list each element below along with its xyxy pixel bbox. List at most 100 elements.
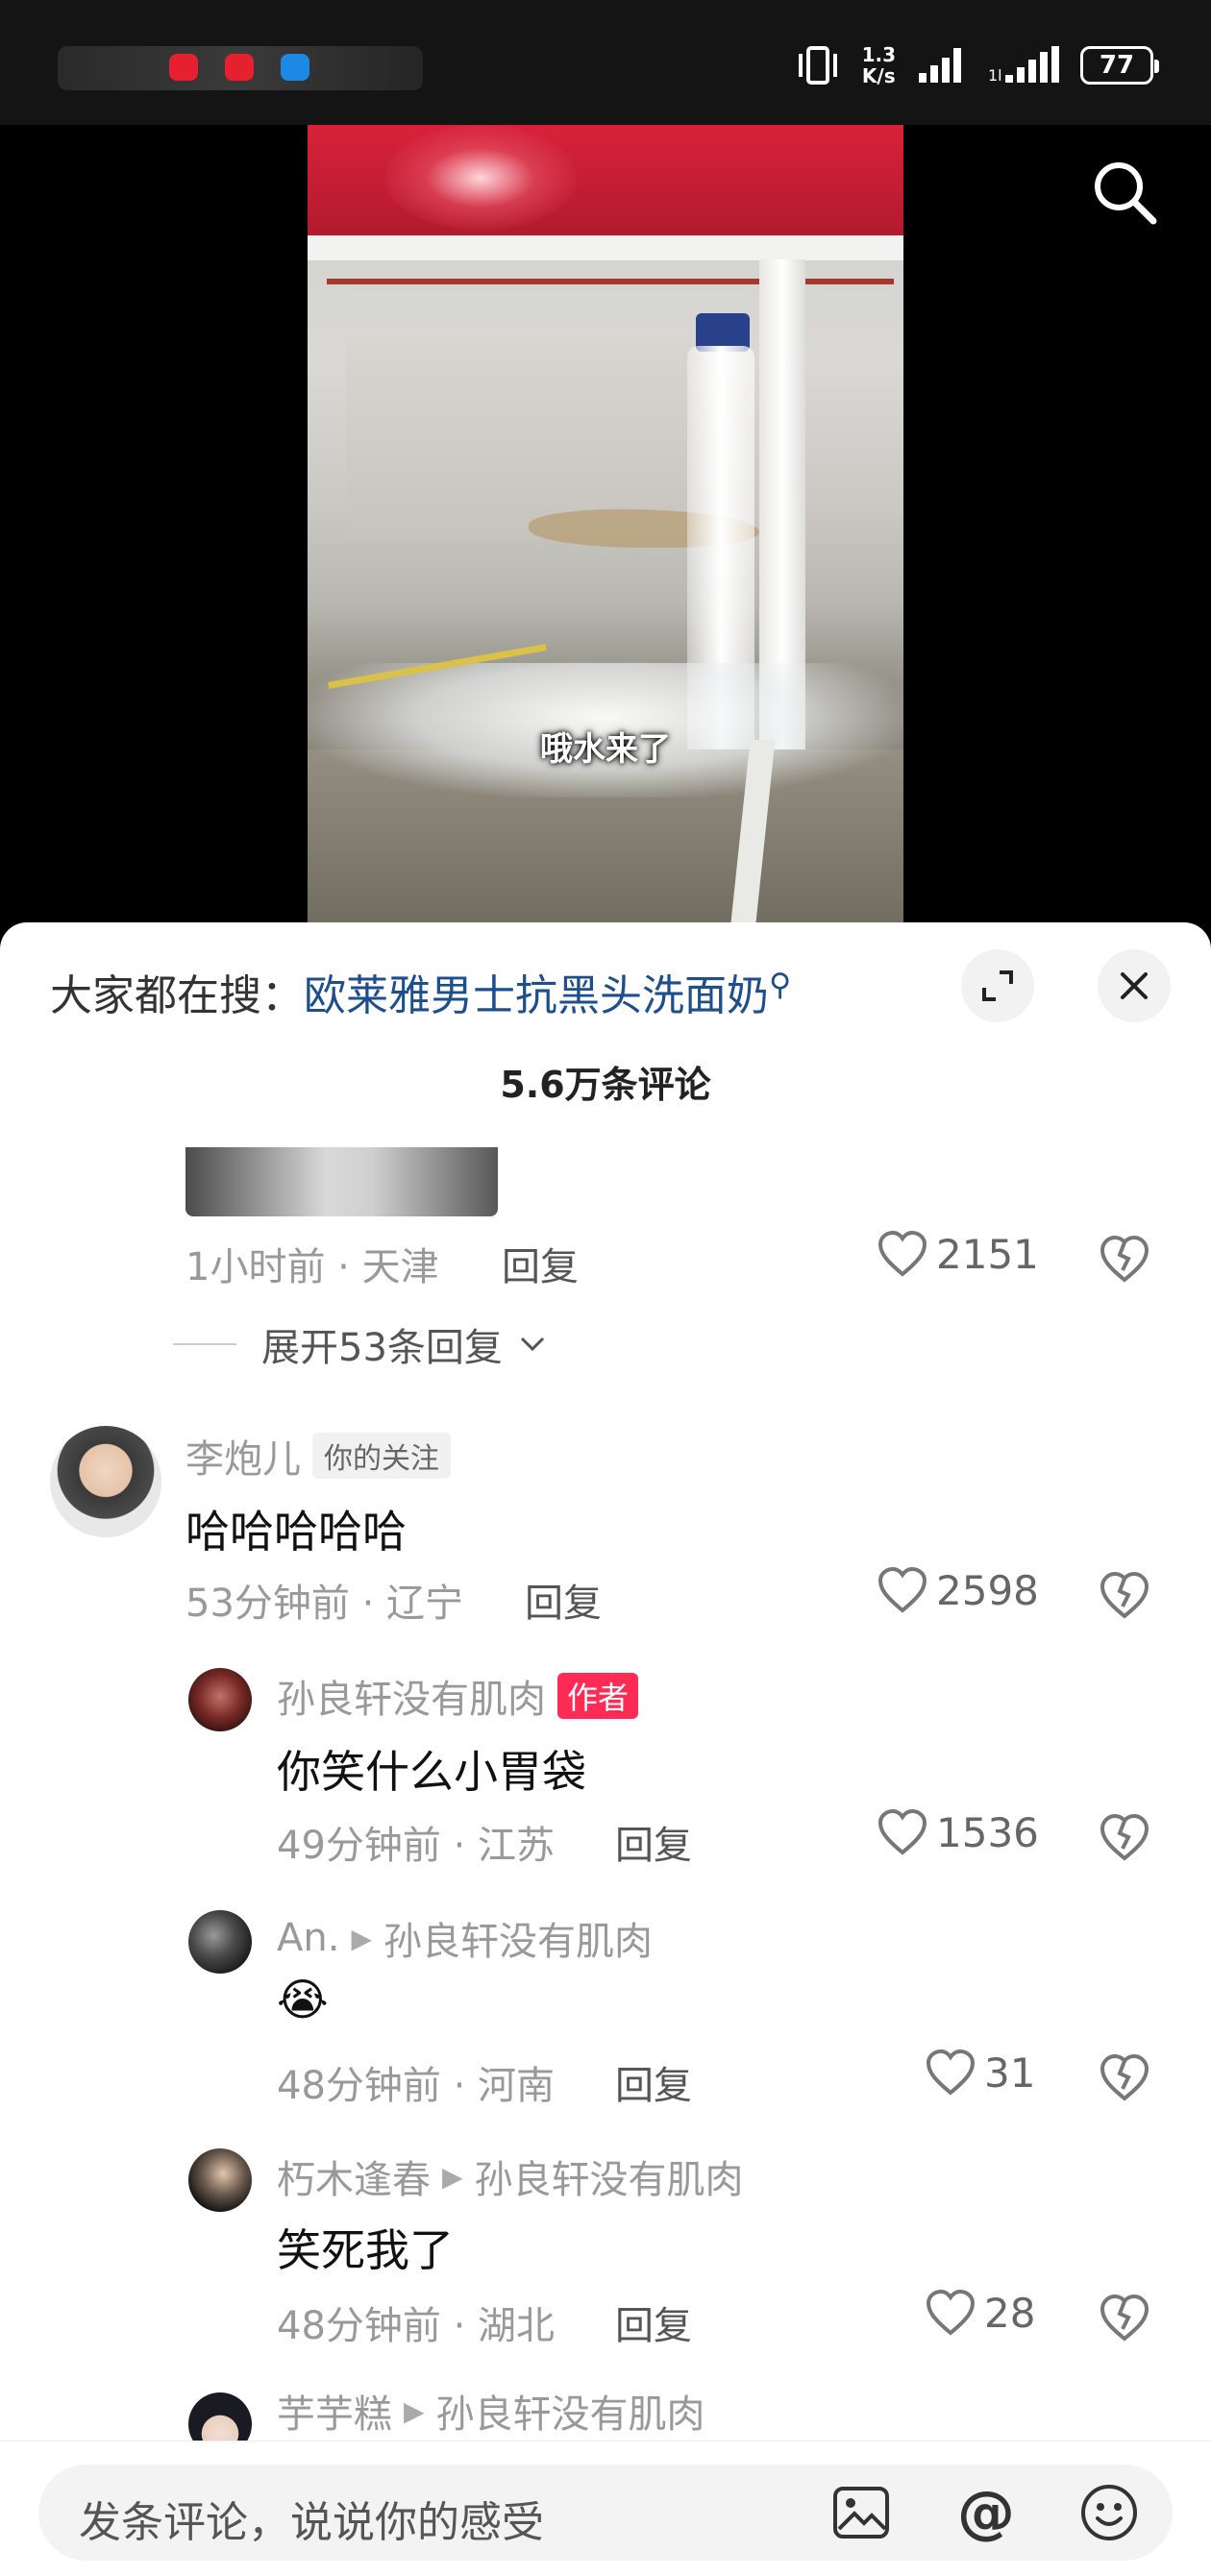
reply-arrow-icon: ▶ bbox=[442, 2160, 463, 2193]
comment-input[interactable]: 发条评论，说说你的感受 @ bbox=[38, 2465, 1173, 2561]
comment-time-location: 53分钟前 · 辽宁 bbox=[185, 1582, 464, 1626]
video-subtitle: 哦水来了 bbox=[540, 730, 671, 769]
heart-icon bbox=[877, 1230, 927, 1277]
reply-button[interactable]: 回复 bbox=[615, 2054, 692, 2110]
comment-time-location: 49分钟前 · 江苏 bbox=[277, 1824, 556, 1868]
comment-username[interactable]: 朽木逢春 ▶ 孙良轩没有肌肉 bbox=[277, 2148, 744, 2204]
search-small-icon: ⚲ bbox=[769, 966, 792, 1003]
like-button[interactable]: 31 bbox=[925, 2049, 1035, 2097]
status-indicators: 1.3 K/s 1l 77 bbox=[795, 38, 1159, 92]
divider-line bbox=[173, 1343, 236, 1345]
video-frame[interactable]: 哦水来了 bbox=[308, 125, 903, 922]
comment-count-title: 5.6万条评论 bbox=[500, 1064, 711, 1106]
search-icon[interactable] bbox=[1086, 154, 1163, 231]
signal-icon-2: 1l bbox=[988, 46, 1059, 85]
hot-search[interactable]: 大家都在搜：欧莱雅男士抗黑头洗面奶⚲ bbox=[50, 961, 791, 1022]
comment-text: 哈哈哈哈哈 bbox=[185, 1506, 407, 1558]
following-tag: 你的关注 bbox=[312, 1433, 451, 1479]
heart-icon bbox=[926, 2289, 976, 2336]
video-light-glare bbox=[384, 125, 577, 231]
vibrate-icon bbox=[798, 46, 837, 85]
emoji-icon bbox=[1081, 2485, 1137, 2540]
reply-button[interactable]: 回复 bbox=[615, 1814, 692, 1870]
comment-text: 你笑什么小胃袋 bbox=[277, 1746, 586, 1798]
expand-replies-label: 展开53条回复 bbox=[261, 1326, 503, 1370]
username-text: 孙良轩没有肌肉 bbox=[277, 1678, 546, 1722]
image-button[interactable] bbox=[828, 2480, 894, 2545]
comment-text: 😭 bbox=[277, 1974, 329, 2025]
avatar[interactable] bbox=[188, 2148, 252, 2212]
emoji-button[interactable] bbox=[1076, 2480, 1142, 2545]
comment-image[interactable] bbox=[185, 1147, 498, 1216]
at-icon: @ bbox=[957, 2479, 1015, 2546]
like-button[interactable]: 1536 bbox=[877, 1808, 1039, 1856]
like-button[interactable]: 28 bbox=[925, 2289, 1035, 2337]
expand-button[interactable] bbox=[961, 949, 1034, 1022]
image-icon bbox=[833, 2487, 889, 2539]
reply-button[interactable]: 回复 bbox=[502, 1236, 579, 1291]
reply-arrow-icon: ▶ bbox=[404, 2394, 425, 2427]
notification-icon-3 bbox=[281, 54, 309, 81]
like-count: 2151 bbox=[936, 1230, 1039, 1278]
like-count: 1536 bbox=[936, 1808, 1039, 1856]
mention-button[interactable]: @ bbox=[953, 2480, 1019, 2545]
username-text: 朽木逢春 bbox=[277, 2158, 431, 2202]
like-button[interactable]: 2598 bbox=[877, 1566, 1039, 1614]
reply-to-user: 孙良轩没有肌肉 bbox=[474, 2158, 744, 2202]
comment-username[interactable]: An. ▶ 孙良轩没有肌肉 bbox=[277, 1910, 653, 1966]
reply-button[interactable]: 回复 bbox=[525, 1572, 602, 1628]
hot-search-label: 大家都在搜： bbox=[50, 971, 304, 1020]
like-count: 2598 bbox=[936, 1566, 1039, 1614]
reply-button[interactable]: 回复 bbox=[615, 2294, 692, 2350]
network-speed: 1.3 K/s bbox=[862, 44, 896, 86]
comment-input-placeholder: 发条评论，说说你的感受 bbox=[79, 2498, 544, 2547]
like-count: 28 bbox=[984, 2289, 1036, 2337]
dislike-icon[interactable] bbox=[1098, 1568, 1151, 1622]
network-speed-value: 1.3 bbox=[861, 43, 896, 66]
video-pipe bbox=[327, 279, 894, 284]
close-icon bbox=[1121, 972, 1148, 999]
dislike-icon[interactable] bbox=[1098, 2291, 1151, 2344]
dislike-icon[interactable] bbox=[1098, 2050, 1151, 2104]
comment-username[interactable]: 芋芋糕 ▶ 孙良轩没有肌肉 bbox=[277, 2383, 705, 2439]
svg-text:1l: 1l bbox=[988, 66, 1002, 85]
comment-input-bar: 发条评论，说说你的感受 @ bbox=[0, 2441, 1211, 2576]
network-speed-unit: K/s bbox=[861, 64, 896, 87]
reply-to-user: 孙良轩没有肌肉 bbox=[435, 2392, 705, 2437]
video-beam bbox=[308, 235, 903, 260]
status-bar: 1.3 K/s 1l 77 bbox=[0, 0, 1211, 125]
comment-username[interactable]: 李炮儿 你的关注 bbox=[185, 1428, 451, 1484]
like-count: 31 bbox=[984, 2049, 1036, 2097]
video-player[interactable]: 哦水来了 bbox=[0, 125, 1211, 922]
battery-level: 77 bbox=[1099, 51, 1135, 80]
username-text: An. bbox=[277, 1916, 340, 1960]
username-text: 李炮儿 bbox=[185, 1437, 301, 1482]
notification-icon-1 bbox=[169, 54, 198, 81]
avatar[interactable] bbox=[188, 1910, 252, 1974]
battery-indicator: 77 bbox=[1080, 46, 1159, 85]
author-tag: 作者 bbox=[557, 1673, 639, 1719]
comment-time-location: 48分钟前 · 河南 bbox=[277, 2064, 556, 2108]
dislike-icon[interactable] bbox=[1098, 1810, 1151, 1864]
reply-to-user: 孙良轩没有肌肉 bbox=[383, 1920, 653, 1964]
like-button[interactable]: 2151 bbox=[877, 1230, 1039, 1278]
signal-icon-1 bbox=[919, 48, 961, 83]
comment-username[interactable]: 孙良轩没有肌肉 作者 bbox=[277, 1668, 639, 1724]
expand-icon bbox=[982, 970, 1013, 1001]
heart-icon bbox=[926, 2049, 976, 2096]
chevron-down-icon bbox=[520, 1337, 544, 1352]
comments-panel: 大家都在搜：欧莱雅男士抗黑头洗面奶⚲ 5.6万条评论 1小时前 · 天津 回复 … bbox=[0, 922, 1211, 2575]
dislike-icon[interactable] bbox=[1098, 1232, 1151, 1286]
avatar[interactable] bbox=[188, 1668, 252, 1731]
comment-time-location: 48分钟前 · 湖北 bbox=[277, 2304, 556, 2348]
avatar[interactable] bbox=[50, 1426, 161, 1537]
username-text: 芋芋糕 bbox=[277, 2392, 392, 2437]
heart-icon bbox=[877, 1566, 927, 1613]
comment-text: 笑死我了 bbox=[277, 2224, 454, 2276]
reply-arrow-icon: ▶ bbox=[351, 1922, 372, 1954]
close-button[interactable] bbox=[1098, 949, 1171, 1022]
expand-replies-button[interactable]: 展开53条回复 bbox=[173, 1316, 547, 1372]
heart-icon bbox=[877, 1808, 927, 1855]
hot-search-query[interactable]: 欧莱雅男士抗黑头洗面奶 bbox=[304, 971, 769, 1020]
comment-time-location: 1小时前 · 天津 bbox=[185, 1245, 439, 1289]
